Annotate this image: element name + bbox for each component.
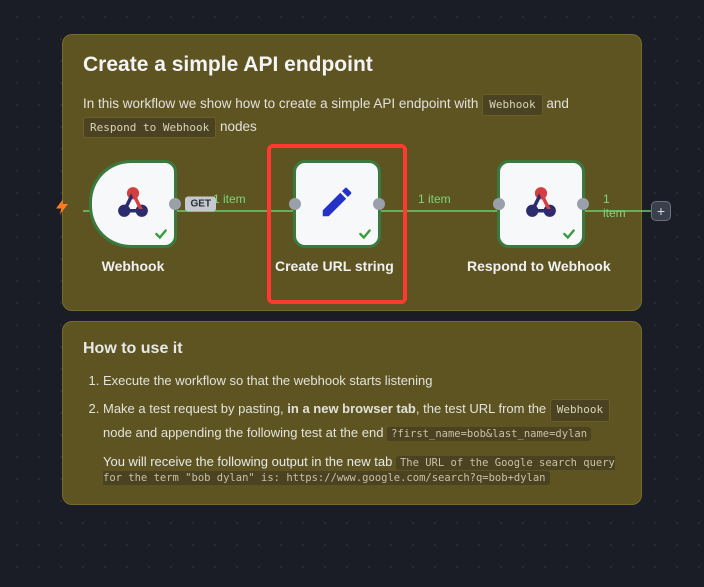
items-count-2: 1 item bbox=[418, 192, 451, 206]
http-method-badge: GET bbox=[185, 197, 216, 212]
respond-node-pill: Respond to Webhook bbox=[83, 117, 216, 139]
webhook-icon bbox=[112, 181, 154, 228]
query-string-code: ?first_name=bob&last_name=dylan bbox=[387, 427, 591, 441]
node-respond[interactable]: Respond to Webhook bbox=[495, 160, 587, 274]
items-count-1: 1 item bbox=[213, 192, 246, 206]
node-label: Create URL string bbox=[275, 258, 383, 274]
check-icon bbox=[358, 227, 372, 241]
result-text: You will receive the following output in… bbox=[103, 454, 621, 484]
webhook-node-pill: Webhook bbox=[482, 94, 542, 116]
node-label: Respond to Webhook bbox=[467, 258, 587, 274]
node-label: Webhook bbox=[87, 258, 179, 274]
workflow-canvas[interactable]: 1 item 1 item 1 item bbox=[83, 160, 621, 290]
node-create-url[interactable]: Create URL string bbox=[291, 160, 383, 274]
step-1: Execute the workflow so that the webhook… bbox=[103, 370, 621, 392]
node-webhook[interactable]: GET Webhook bbox=[87, 160, 179, 274]
output-port[interactable] bbox=[169, 198, 181, 210]
howto-panel: How to use it Execute the workflow so th… bbox=[62, 321, 642, 505]
check-icon bbox=[154, 227, 168, 241]
howto-title: How to use it bbox=[83, 340, 621, 358]
check-icon bbox=[562, 227, 576, 241]
output-port[interactable] bbox=[577, 198, 589, 210]
description-text: In this workflow we show how to create a… bbox=[83, 93, 621, 138]
items-count-3: 1 item bbox=[603, 192, 626, 220]
page-title: Create a simple API endpoint bbox=[83, 53, 621, 77]
webhook-pill: Webhook bbox=[550, 399, 610, 422]
workflow-description-panel: Create a simple API endpoint In this wor… bbox=[62, 34, 642, 311]
input-port[interactable] bbox=[289, 198, 301, 210]
input-port[interactable] bbox=[493, 198, 505, 210]
pencil-icon bbox=[318, 183, 356, 226]
trigger-bolt-icon bbox=[53, 196, 71, 223]
howto-steps: Execute the workflow so that the webhook… bbox=[83, 370, 621, 444]
add-node-button[interactable]: + bbox=[651, 201, 671, 221]
step-2: Make a test request by pasting, in a new… bbox=[103, 398, 621, 444]
output-port[interactable] bbox=[373, 198, 385, 210]
webhook-icon bbox=[520, 181, 562, 228]
